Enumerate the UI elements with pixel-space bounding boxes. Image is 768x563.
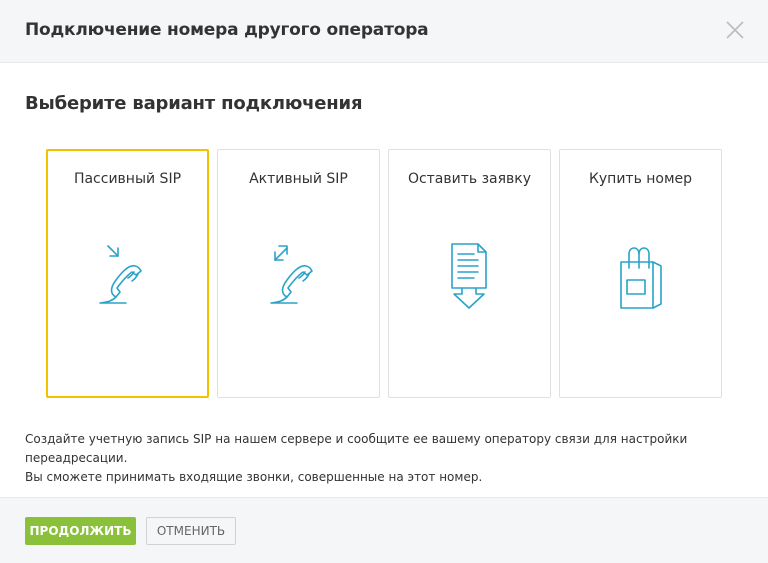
option-label: Активный SIP — [249, 171, 348, 187]
option-label: Пассивный SIP — [73, 171, 182, 187]
connect-number-dialog: Подключение номера другого оператора Выб… — [0, 0, 768, 563]
option-description: Создайте учетную запись SIP на нашем сер… — [25, 430, 725, 487]
continue-button[interactable]: ПРОДОЛЖИТЬ — [25, 517, 136, 545]
dialog-footer: ПРОДОЛЖИТЬ ОТМЕНИТЬ — [0, 497, 768, 563]
phone-outgoing-icon — [267, 242, 331, 312]
dialog-header: Подключение номера другого оператора — [0, 0, 768, 63]
cancel-button[interactable]: ОТМЕНИТЬ — [146, 517, 236, 545]
description-line: Создайте учетную запись SIP на нашем сер… — [25, 432, 688, 465]
close-icon[interactable] — [723, 18, 747, 42]
option-buy-number[interactable]: Купить номер — [559, 149, 722, 398]
option-active-sip[interactable]: Активный SIP — [217, 149, 380, 398]
option-label: Купить номер — [588, 171, 693, 187]
option-passive-sip[interactable]: Пассивный SIP — [46, 149, 209, 398]
shopping-bag-icon — [609, 242, 673, 316]
document-download-icon — [438, 242, 502, 316]
phone-incoming-icon — [96, 242, 160, 312]
dialog-title: Подключение номера другого оператора — [25, 20, 429, 40]
section-title: Выберите вариант подключения — [25, 93, 363, 114]
description-line: Вы сможете принимать входящие звонки, со… — [25, 470, 483, 484]
option-label: Оставить заявку — [407, 171, 532, 187]
option-leave-request[interactable]: Оставить заявку — [388, 149, 551, 398]
